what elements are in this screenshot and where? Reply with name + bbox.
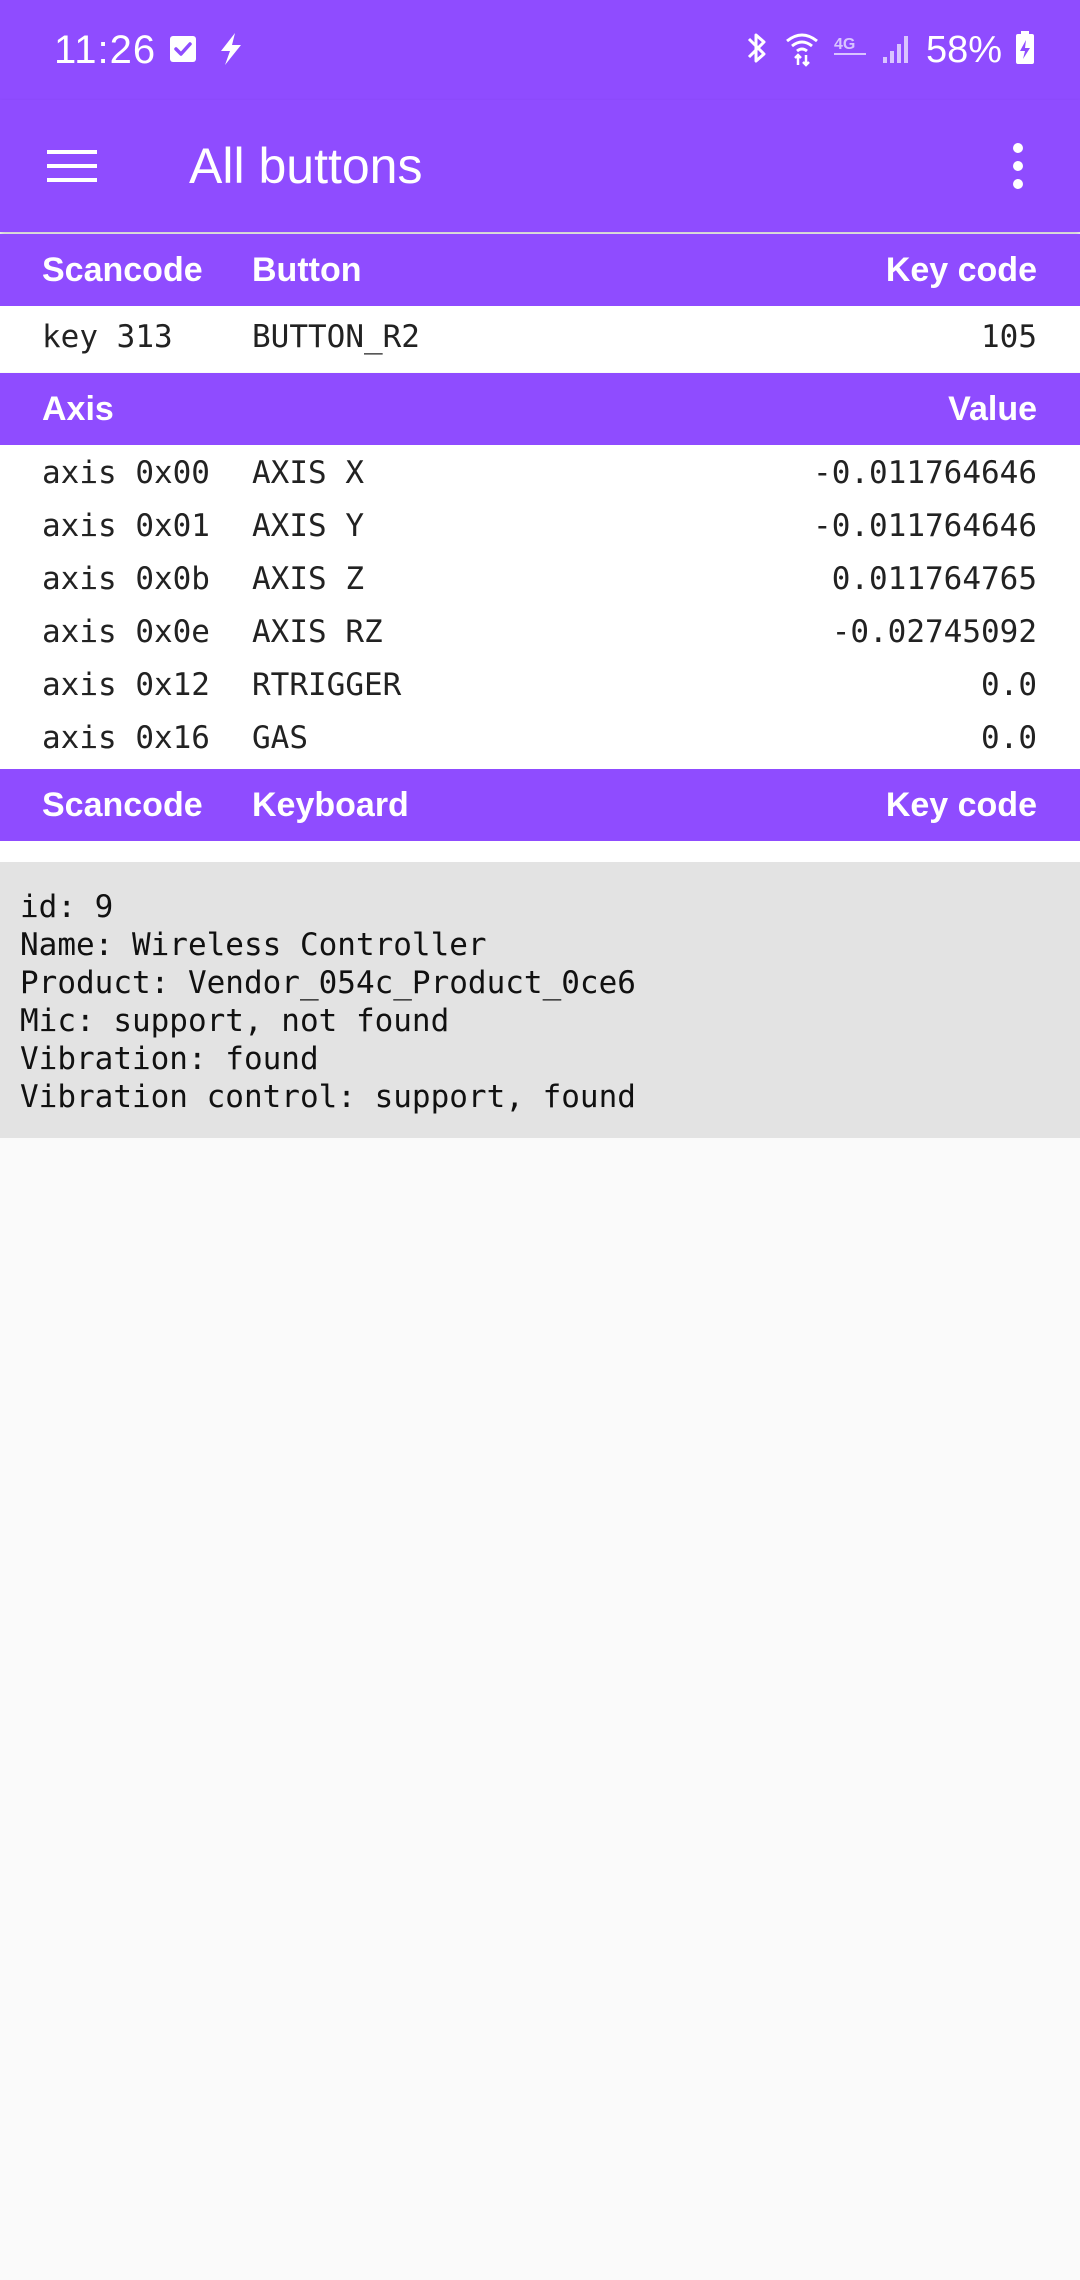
axis-name: RTRIGGER	[252, 667, 402, 703]
header-key-code: Key code	[885, 786, 1037, 824]
overflow-menu-button[interactable]	[988, 128, 1048, 204]
device-vibration: Vibration: found	[20, 1041, 319, 1077]
lte-icon: 4G	[832, 29, 868, 72]
axis-name: GAS	[252, 720, 308, 756]
header-scancode: Scancode	[42, 786, 203, 824]
device-vibration-control: Vibration control: support, found	[20, 1079, 636, 1115]
charging-bolt-icon	[216, 32, 246, 71]
header-value: Value	[948, 390, 1037, 428]
header-key-code: Key code	[885, 251, 1037, 289]
row-key-code: 105	[981, 319, 1037, 355]
header-keyboard: Keyboard	[252, 786, 409, 824]
battery-icon	[1014, 29, 1036, 72]
hamburger-menu-icon	[47, 150, 97, 182]
axis-value: 0.011764765	[831, 561, 1037, 597]
more-vert-icon	[1013, 143, 1023, 189]
axis-code: axis 0x0e	[42, 614, 210, 650]
table-row: axis 0x12 RTRIGGER 0.0	[0, 659, 1080, 712]
row-button: BUTTON_R2	[252, 319, 420, 355]
header-button: Button	[252, 251, 362, 289]
keyboard-table-header: Scancode Keyboard Key code	[0, 769, 1080, 841]
device-mic: Mic: support, not found	[20, 1003, 450, 1039]
axis-code: axis 0x16	[42, 720, 210, 756]
axis-code: axis 0x01	[42, 508, 210, 544]
axis-value: -0.02745092	[831, 614, 1037, 650]
app-bar: All buttons	[0, 100, 1080, 232]
axis-value: -0.011764646	[813, 455, 1037, 491]
device-name: Name: Wireless Controller	[20, 927, 487, 963]
table-row: key 313 BUTTON_R2 105	[0, 311, 1080, 364]
status-right-icons: 4G 58%	[742, 24, 1036, 76]
axis-value: 0.0	[981, 720, 1037, 756]
signal-icon	[880, 29, 914, 72]
axis-name: AXIS Z	[252, 561, 364, 597]
wifi-icon	[784, 29, 820, 72]
axis-table-header: Axis Value	[0, 373, 1080, 445]
keyboard-table-body	[0, 841, 1080, 862]
header-axis: Axis	[42, 390, 114, 428]
axis-value: -0.011764646	[813, 508, 1037, 544]
status-time: 11:26	[54, 28, 157, 72]
axis-name: AXIS X	[252, 455, 364, 491]
table-row: axis 0x0e AXIS RZ -0.02745092	[0, 606, 1080, 659]
row-scancode: key 313	[42, 319, 173, 355]
table-row: axis 0x16 GAS 0.0	[0, 712, 1080, 765]
axis-name: AXIS Y	[252, 508, 364, 544]
axis-value: 0.0	[981, 667, 1037, 703]
battery-percent: 58%	[925, 29, 1002, 71]
header-scancode: Scancode	[42, 251, 203, 289]
table-row: axis 0x00 AXIS X -0.011764646	[0, 447, 1080, 500]
device-product: Product: Vendor_054c_Product_0ce6	[20, 965, 636, 1001]
device-id: id: 9	[20, 889, 114, 925]
status-bar: 11:26 4G 58%	[0, 0, 1080, 100]
page-title: All buttons	[189, 138, 423, 194]
buttons-table-header: Scancode Button Key code	[0, 234, 1080, 306]
bluetooth-icon	[742, 29, 772, 72]
axis-name: AXIS RZ	[252, 614, 383, 650]
table-row: axis 0x0b AXIS Z 0.011764765	[0, 553, 1080, 606]
svg-text:4G: 4G	[834, 36, 855, 53]
navigation-menu-button[interactable]	[34, 128, 110, 204]
axis-code: axis 0x00	[42, 455, 210, 491]
table-row: axis 0x01 AXIS Y -0.011764646	[0, 500, 1080, 553]
status-left-icons	[168, 32, 246, 71]
device-info-panel: id: 9 Name: Wireless Controller Product:…	[0, 862, 1080, 1138]
axis-code: axis 0x12	[42, 667, 210, 703]
axis-code: axis 0x0b	[42, 561, 210, 597]
app-root: 11:26 4G 58% All buttons Scancode Button…	[0, 0, 1080, 2280]
checkbox-icon	[168, 34, 198, 69]
